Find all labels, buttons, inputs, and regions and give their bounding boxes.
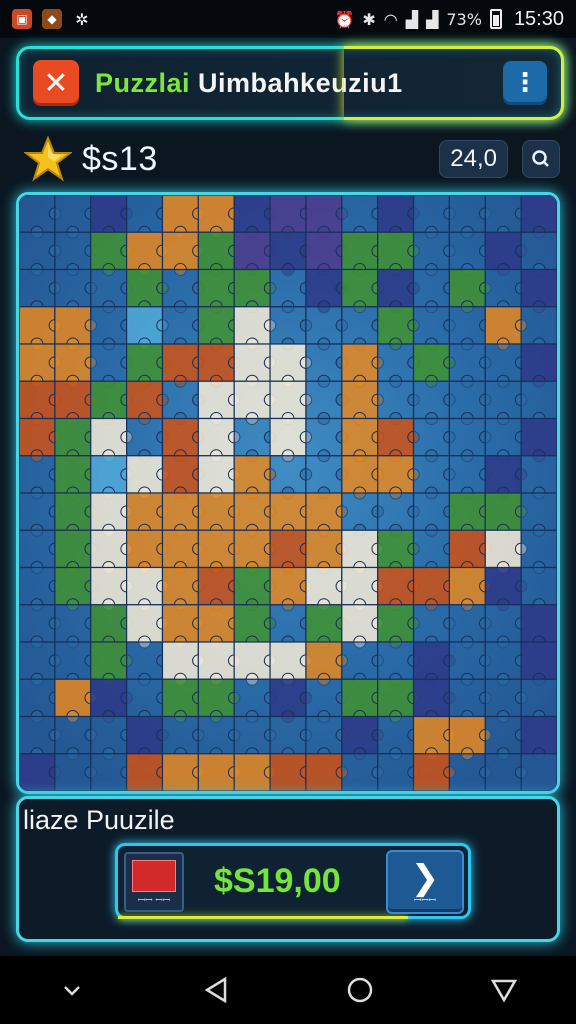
currency-row: $s13 24,0 (24, 132, 560, 186)
notification-icons: ▣ ◆ ✲ (12, 9, 92, 29)
search-icon (532, 150, 549, 167)
title-bar: ✕ Puzzlai Uimbahkeuziu1 ⋮ (16, 46, 564, 120)
next-button[interactable]: ❯ ꟷꟷꟷ (386, 850, 464, 914)
piece-label: ꟷꟷ ꟷꟷ (137, 896, 171, 906)
nav-bar (0, 956, 576, 1024)
nav-back-button[interactable] (186, 960, 246, 1020)
search-button[interactable] (522, 140, 560, 178)
red-piece-icon (132, 860, 176, 892)
wifi-icon: ◠ (383, 9, 398, 29)
nav-recents-button[interactable] (474, 960, 534, 1020)
counter-value: 24,0 (450, 145, 497, 172)
title-part-1: Puzzlai (95, 67, 191, 98)
nav-chevron-down[interactable] (42, 960, 102, 1020)
signal-icon: ▟ (405, 9, 419, 29)
buy-bar-glow (118, 916, 408, 919)
puzzle-piece[interactable] (520, 753, 557, 791)
close-button[interactable]: ✕ (33, 60, 79, 106)
alarm-icon: ⏰ (334, 9, 355, 29)
nav-home-button[interactable] (330, 960, 390, 1020)
counter-badge: 24,0 (439, 140, 508, 178)
price: $S19,00 (214, 862, 341, 900)
back-icon (204, 976, 227, 1004)
battery-text: 73% (446, 9, 482, 29)
chevron-down-icon (64, 986, 80, 996)
fox-app-icon: ◆ (42, 9, 62, 29)
bottom-panel: liaze Puuzile ꟷꟷ ꟷꟷ $S19,00 ❯ ꟷꟷꟷ (16, 796, 560, 942)
puzzle-canvas[interactable] (19, 195, 557, 791)
page-title: Puzzlai Uimbahkeuziu1 (95, 68, 403, 99)
status-bar: ▣ ◆ ✲ ⏰ ✱ ◠ ▟ ▟ 73% 15:30 (0, 0, 576, 38)
settings-icon: ✲ (75, 9, 89, 29)
battery-icon (489, 9, 502, 29)
close-icon: ✕ (43, 65, 69, 101)
system-icons: ⏰ ✱ ◠ ▟ ▟ 73% 15:30 (334, 8, 564, 31)
recents-icon (490, 979, 518, 1003)
panel-title: liaze Puuzile (23, 805, 175, 835)
home-icon (347, 977, 373, 1003)
chevron-right-icon: ❯ (410, 858, 440, 898)
title-part-2: Uimbahkeuziu1 (198, 67, 403, 98)
photo-icon: ▣ (12, 9, 32, 29)
bluetooth-icon: ✱ (362, 9, 376, 29)
clock: 15:30 (513, 7, 564, 30)
signal-icon-2: ▟ (426, 9, 439, 29)
coin-amount: $s13 (82, 139, 158, 178)
puzzle-board[interactable] (16, 192, 560, 794)
more-vert-icon: ⋮ (512, 68, 538, 98)
next-button-label: ꟷꟷꟷ (414, 896, 436, 906)
menu-button[interactable]: ⋮ (503, 61, 547, 105)
piece-thumbnail[interactable]: ꟷꟷ ꟷꟷ (124, 852, 184, 912)
buy-bar[interactable]: ꟷꟷ ꟷꟷ $S19,00 ❯ ꟷꟷꟷ (115, 843, 471, 919)
star-icon (24, 135, 72, 182)
